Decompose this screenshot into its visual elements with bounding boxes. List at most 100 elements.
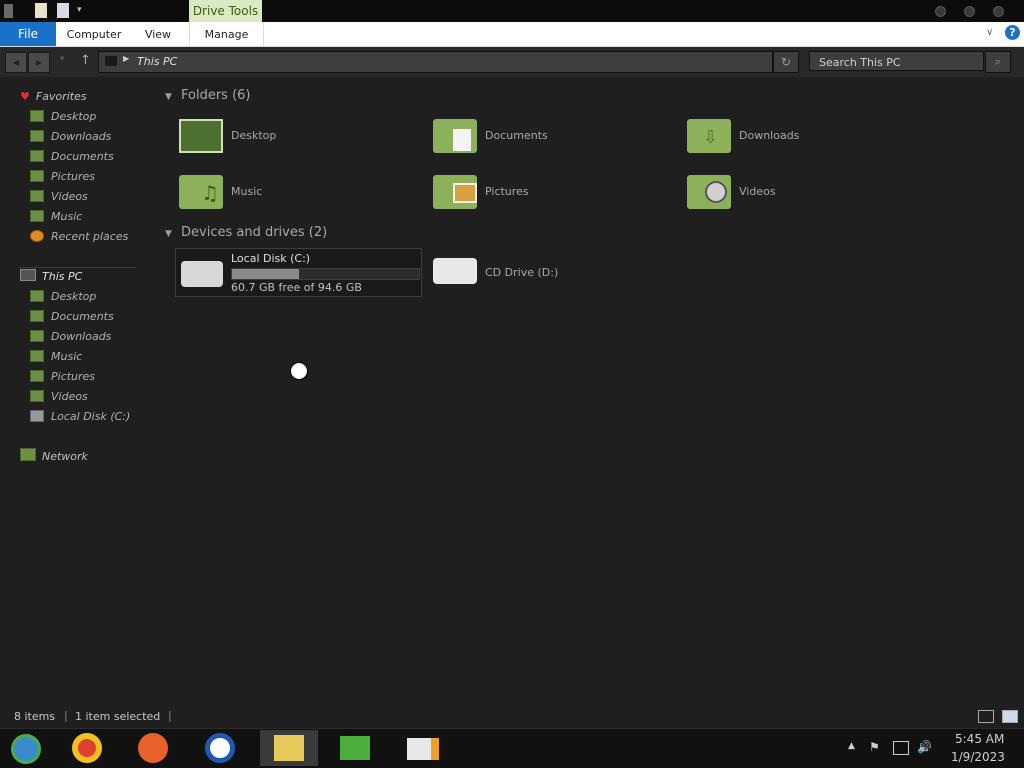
- taskbar-app-blue-circle[interactable]: [193, 730, 251, 766]
- expand-ribbon-icon[interactable]: ∨: [986, 27, 993, 38]
- search-icon[interactable]: ⌕: [985, 51, 1011, 73]
- maximize-button[interactable]: [964, 6, 975, 17]
- taskbar-firefox[interactable]: [126, 730, 184, 766]
- refresh-button[interactable]: ↻: [773, 51, 799, 73]
- new-folder-icon[interactable]: [57, 3, 69, 18]
- customize-qat-icon[interactable]: ▾: [77, 5, 82, 15]
- nav-pc-local-disk[interactable]: Local Disk (C:): [30, 408, 130, 426]
- documents-folder-icon: [30, 150, 44, 162]
- minimize-button[interactable]: [935, 6, 946, 17]
- nav-pc-documents[interactable]: Documents: [30, 308, 114, 326]
- nav-fav-documents[interactable]: Documents: [30, 148, 114, 166]
- app-circle-icon: [205, 733, 235, 763]
- downloads-folder-icon: [30, 330, 44, 342]
- status-bar: 8 items | 1 item selected |: [0, 706, 1024, 728]
- drive-tools-context-label: Drive Tools: [189, 0, 262, 22]
- users-icon: [340, 736, 370, 760]
- local-disk-tile[interactable]: Local Disk (C:) 60.7 GB free of 94.6 GB: [175, 248, 422, 297]
- network-icon: [20, 448, 36, 461]
- up-arrow-icon[interactable]: ↑: [80, 53, 91, 68]
- taskbar-users-app[interactable]: [326, 730, 384, 766]
- tab-computer[interactable]: Computer: [64, 22, 124, 46]
- breadcrumb-this-pc[interactable]: This PC: [137, 55, 177, 68]
- this-pc-icon: [105, 56, 117, 66]
- cd-drive-tile[interactable]: CD Drive (D:): [429, 250, 669, 294]
- hxd-icon: [407, 738, 439, 760]
- pictures-folder-icon: [30, 370, 44, 382]
- folder-tile-pictures[interactable]: Pictures: [429, 171, 669, 215]
- collapse-chevron-icon: ▼: [165, 92, 172, 102]
- flag-icon[interactable]: ⚑: [869, 740, 880, 754]
- breadcrumb-arrow-icon[interactable]: ▶: [123, 54, 129, 63]
- system-menu-icon[interactable]: [4, 4, 13, 18]
- forward-button[interactable]: ▶: [28, 52, 50, 73]
- hard-drive-icon: [181, 261, 223, 287]
- search-input[interactable]: Search This PC: [809, 51, 984, 71]
- address-bar[interactable]: ▶ This PC: [98, 51, 773, 73]
- volume-icon[interactable]: 🔊: [917, 740, 932, 754]
- recent-locations-icon[interactable]: ▾: [60, 54, 65, 64]
- show-hidden-icons-icon[interactable]: ▲: [848, 741, 855, 751]
- chrome-icon: [72, 733, 102, 763]
- nav-favorites[interactable]: ♥ Favorites: [20, 88, 87, 106]
- local-disk-free-space: 60.7 GB free of 94.6 GB: [231, 281, 362, 294]
- nav-fav-pictures[interactable]: Pictures: [30, 168, 95, 186]
- folders-group-header[interactable]: ▼ Folders (6): [165, 88, 251, 103]
- help-icon[interactable]: ?: [1005, 25, 1020, 40]
- selection-count: 1 item selected: [75, 710, 161, 723]
- properties-icon[interactable]: [35, 3, 47, 18]
- desktop-icon: [30, 290, 44, 302]
- music-folder-icon: ♫: [179, 175, 223, 209]
- nav-fav-downloads[interactable]: Downloads: [30, 128, 111, 146]
- taskbar-hxd[interactable]: [393, 730, 451, 766]
- nav-fav-videos[interactable]: Videos: [30, 188, 88, 206]
- folder-tile-videos[interactable]: Videos: [683, 171, 923, 215]
- tab-manage[interactable]: Manage: [189, 22, 264, 46]
- clock-date[interactable]: 1/9/2023: [951, 750, 1005, 764]
- details-view-icon[interactable]: [978, 710, 994, 723]
- start-icon: [11, 734, 41, 764]
- network-status-icon[interactable]: [893, 741, 909, 755]
- back-button[interactable]: ◀: [5, 52, 27, 73]
- start-button[interactable]: [0, 730, 58, 766]
- music-folder-icon: [30, 350, 44, 362]
- downloads-folder-icon: ⇩: [687, 119, 731, 153]
- nav-pc-downloads[interactable]: Downloads: [30, 328, 111, 346]
- folder-tile-music[interactable]: ♫ Music: [175, 171, 415, 215]
- tab-view[interactable]: View: [140, 22, 176, 46]
- nav-fav-desktop[interactable]: Desktop: [30, 108, 96, 126]
- taskbar-file-explorer[interactable]: [260, 730, 318, 766]
- videos-folder-icon: [687, 175, 731, 209]
- pictures-folder-icon: [30, 170, 44, 182]
- clock-time[interactable]: 5:45 AM: [955, 732, 1004, 746]
- firefox-icon: [138, 733, 168, 763]
- folder-tile-downloads[interactable]: ⇩ Downloads: [683, 115, 923, 159]
- nav-pc-desktop[interactable]: Desktop: [30, 288, 96, 306]
- downloads-folder-icon: [30, 130, 44, 142]
- title-bar: ▾ Drive Tools: [0, 0, 1024, 22]
- nav-pc-videos[interactable]: Videos: [30, 388, 88, 406]
- taskbar-chrome[interactable]: [60, 730, 118, 766]
- cd-drive-icon: [433, 258, 477, 284]
- videos-folder-icon: [30, 390, 44, 402]
- busy-cursor-icon: [290, 362, 308, 380]
- computer-icon: [20, 269, 36, 281]
- desktop-icon: [30, 110, 44, 122]
- recent-places-icon: [30, 230, 44, 242]
- nav-pc-music[interactable]: Music: [30, 348, 82, 366]
- ribbon-tabs: File Computer View Manage ∨ ?: [0, 22, 1024, 47]
- local-disk-name: Local Disk (C:): [231, 252, 311, 265]
- folder-tile-documents[interactable]: Documents: [429, 115, 669, 159]
- devices-group-header[interactable]: ▼ Devices and drives (2): [165, 225, 327, 240]
- close-button[interactable]: [993, 6, 1004, 17]
- pictures-folder-icon: [433, 175, 477, 209]
- nav-pc-pictures[interactable]: Pictures: [30, 368, 95, 386]
- nav-this-pc[interactable]: This PC: [20, 268, 82, 286]
- nav-fav-recent-places[interactable]: Recent places: [30, 228, 128, 246]
- large-icons-view-icon[interactable]: [1002, 710, 1018, 723]
- nav-network[interactable]: Network: [20, 448, 88, 466]
- nav-fav-music[interactable]: Music: [30, 208, 82, 226]
- folder-tile-desktop[interactable]: Desktop: [175, 115, 415, 159]
- tab-file[interactable]: File: [0, 22, 56, 46]
- item-count: 8 items: [14, 710, 56, 723]
